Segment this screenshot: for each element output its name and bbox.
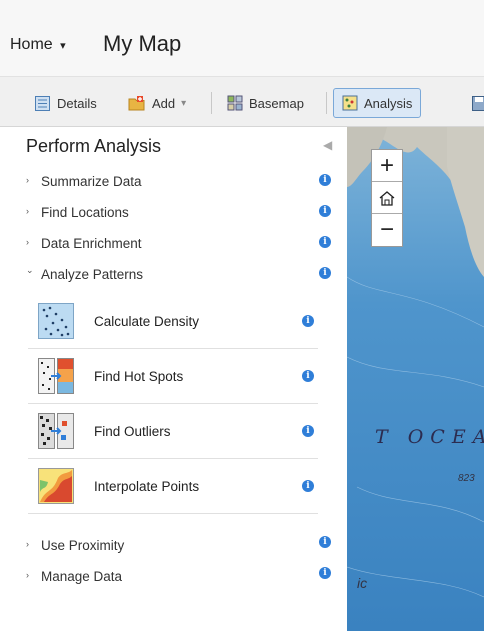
category-label[interactable]: Manage Data xyxy=(41,569,122,584)
map-title: My Map xyxy=(103,31,182,56)
info-icon[interactable]: i xyxy=(319,267,331,279)
info-icon[interactable]: i xyxy=(302,425,314,437)
category-find-locations[interactable]: › Find Locations i xyxy=(26,203,334,225)
category-label[interactable]: Use Proximity xyxy=(41,538,124,553)
basemap-grid-icon xyxy=(227,95,243,111)
details-label[interactable]: Details xyxy=(57,96,97,111)
analysis-button[interactable]: Analysis xyxy=(333,88,422,118)
info-icon[interactable]: i xyxy=(319,567,331,579)
save-icon xyxy=(472,95,484,111)
category-analyze-patterns[interactable]: ⌄ Analyze Patterns i xyxy=(26,265,334,287)
zoom-out-button[interactable]: − xyxy=(372,214,402,246)
basemap-label[interactable]: Basemap xyxy=(249,96,304,111)
save-button[interactable] xyxy=(472,88,484,118)
chevron-right-icon: › xyxy=(26,206,29,216)
chevron-right-icon: › xyxy=(26,237,29,247)
details-button[interactable]: Details xyxy=(34,88,97,118)
category-label[interactable]: Find Locations xyxy=(41,205,129,220)
hot-spots-icon xyxy=(38,358,74,394)
chevron-down-icon[interactable]: ▾ xyxy=(60,40,66,52)
add-label[interactable]: Add xyxy=(152,96,175,111)
category-manage-data[interactable]: › Manage Data i xyxy=(26,567,334,589)
category-label[interactable]: Analyze Patterns xyxy=(41,267,143,282)
add-chevron-down-icon[interactable]: ▾ xyxy=(181,98,186,109)
details-icon xyxy=(35,95,50,111)
tool-find-hot-spots[interactable]: Find Hot Spots i xyxy=(28,349,318,404)
tool-label[interactable]: Find Hot Spots xyxy=(94,369,183,384)
outliers-icon xyxy=(38,413,74,449)
toolbar-divider xyxy=(326,92,327,114)
home-label[interactable]: Home xyxy=(10,36,53,53)
tool-label[interactable]: Find Outliers xyxy=(94,424,171,439)
density-icon xyxy=(38,303,74,339)
info-icon[interactable]: i xyxy=(319,536,331,548)
basemap-button[interactable]: Basemap xyxy=(227,88,304,118)
chevron-right-icon: › xyxy=(26,570,29,580)
tool-label[interactable]: Interpolate Points xyxy=(94,479,199,494)
depth-label: 823 xyxy=(458,473,475,484)
chevron-down-icon: ⌄ xyxy=(26,265,34,275)
home-icon xyxy=(379,190,395,206)
tool-calculate-density[interactable]: Calculate Density i xyxy=(28,294,318,349)
chevron-right-icon: › xyxy=(26,175,29,185)
info-icon[interactable]: i xyxy=(302,370,314,382)
tool-find-outliers[interactable]: Find Outliers i xyxy=(28,404,318,459)
category-use-proximity[interactable]: › Use Proximity i xyxy=(26,536,334,558)
info-icon[interactable]: i xyxy=(319,205,331,217)
add-button[interactable]: Add ▾ xyxy=(128,88,186,118)
info-icon[interactable]: i xyxy=(302,480,314,492)
chevron-right-icon: › xyxy=(26,539,29,549)
analysis-label[interactable]: Analysis xyxy=(364,96,412,111)
info-icon[interactable]: i xyxy=(302,315,314,327)
info-icon[interactable]: i xyxy=(319,174,331,186)
home-extent-button[interactable] xyxy=(372,182,402,214)
home-menu[interactable]: Home ▾ xyxy=(10,36,66,54)
category-label[interactable]: Data Enrichment xyxy=(41,236,142,251)
panel-title: Perform Analysis xyxy=(26,136,162,156)
analysis-icon xyxy=(342,95,358,111)
ocean-label: T OCEAN xyxy=(375,426,484,448)
info-icon[interactable]: i xyxy=(319,236,331,248)
tool-interpolate-points[interactable]: Interpolate Points i xyxy=(28,459,318,514)
add-icon xyxy=(128,95,145,110)
toolbar-divider xyxy=(211,92,212,114)
zoom-control: + − xyxy=(371,149,403,247)
app-header: Home ▾ My Map xyxy=(0,0,484,76)
zoom-in-button[interactable]: + xyxy=(372,150,402,182)
collapse-panel-icon[interactable]: ◀ xyxy=(323,138,332,152)
category-data-enrichment[interactable]: › Data Enrichment i xyxy=(26,234,334,256)
category-label[interactable]: Summarize Data xyxy=(41,174,142,189)
interpolate-icon xyxy=(38,468,74,504)
map-view[interactable]: + − T OCEAN 823 ic xyxy=(347,127,484,631)
partial-map-label: ic xyxy=(357,575,368,591)
analysis-panel: Perform Analysis ◀ › Summarize Data i › … xyxy=(0,127,347,631)
category-summarize-data[interactable]: › Summarize Data i xyxy=(26,172,334,194)
tool-label[interactable]: Calculate Density xyxy=(94,314,199,329)
toolbar: Details Add ▾ Basemap Analysis xyxy=(0,76,484,127)
map-background xyxy=(347,127,484,631)
